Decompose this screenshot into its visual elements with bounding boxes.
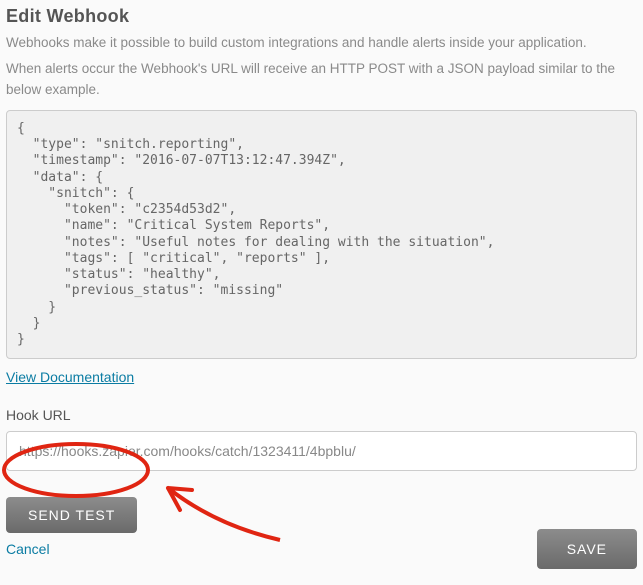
json-payload-sample: { "type": "snitch.reporting", "timestamp…	[6, 110, 637, 360]
save-button[interactable]: SAVE	[537, 529, 637, 569]
dialog-description-1: Webhooks make it possible to build custo…	[6, 33, 637, 53]
send-test-button[interactable]: SEND TEST	[6, 497, 137, 533]
dialog-description-2: When alerts occur the Webhook's URL will…	[6, 59, 637, 100]
view-documentation-link[interactable]: View Documentation	[6, 369, 134, 385]
hook-url-input[interactable]	[6, 431, 637, 471]
hook-url-label: Hook URL	[6, 407, 637, 423]
dialog-title: Edit Webhook	[6, 6, 637, 27]
cancel-link[interactable]: Cancel	[6, 541, 50, 557]
